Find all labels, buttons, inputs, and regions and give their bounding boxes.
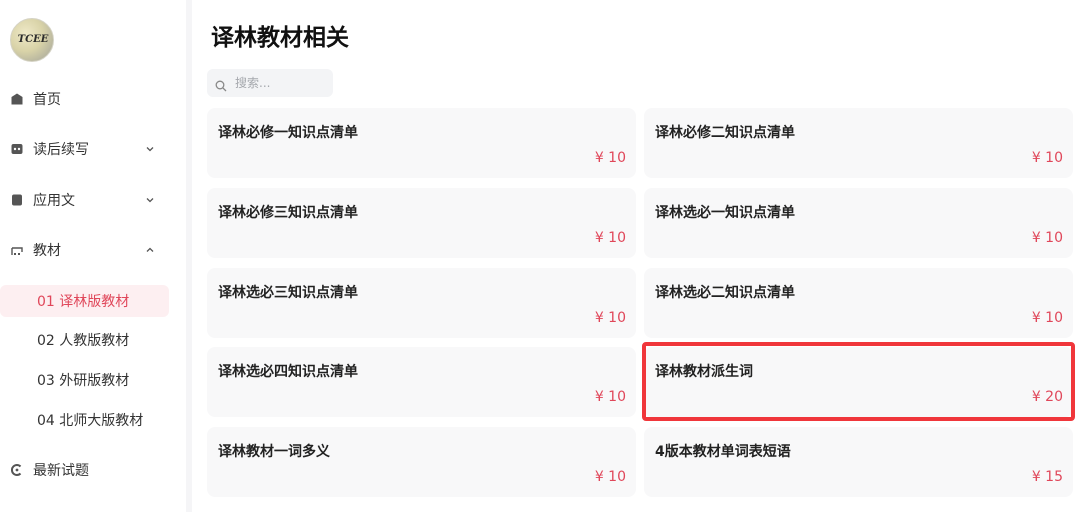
sidebar-subitem-yilin[interactable]: 01 译林版教材 bbox=[0, 285, 169, 317]
product-card[interactable]: 译林选必三知识点清单 ¥ 10 bbox=[207, 268, 636, 338]
sidebar-item-label: 最新试题 bbox=[33, 463, 89, 479]
search-icon bbox=[215, 77, 227, 92]
card-price: ¥ 15 bbox=[1031, 469, 1063, 485]
textbook-icon bbox=[11, 244, 23, 256]
home-icon bbox=[11, 93, 23, 105]
product-card[interactable]: 译林教材派生词 ¥ 20 bbox=[644, 347, 1073, 417]
card-title: 译林教材一词多义 bbox=[218, 444, 330, 460]
logo-text: TCEE bbox=[17, 34, 49, 45]
sidebar-item-label: 读后续写 bbox=[33, 142, 89, 158]
sidebar-subitem-label: 01 译林版教材 bbox=[37, 294, 130, 310]
card-title: 译林选必三知识点清单 bbox=[218, 285, 358, 301]
card-price: ¥ 10 bbox=[594, 469, 626, 485]
card-title: 4版本教材单词表短语 bbox=[655, 444, 791, 460]
sidebar: TCEE 首页 读后续写 应用文 教材 01 译林版教材 02 人教版教材 03… bbox=[0, 0, 186, 512]
card-title: 译林必修三知识点清单 bbox=[218, 205, 358, 221]
card-price: ¥ 10 bbox=[1031, 310, 1063, 326]
sidebar-item-label: 首页 bbox=[33, 92, 61, 108]
product-card[interactable]: 译林选必四知识点清单 ¥ 10 bbox=[207, 347, 636, 417]
card-price: ¥ 20 bbox=[1031, 389, 1063, 405]
sidebar-divider bbox=[186, 0, 192, 512]
product-card[interactable]: 译林选必一知识点清单 ¥ 10 bbox=[644, 188, 1073, 258]
chevron-down-icon[interactable] bbox=[145, 195, 155, 205]
card-title: 译林选必二知识点清单 bbox=[655, 285, 795, 301]
sidebar-item-textbooks[interactable]: 教材 bbox=[0, 233, 170, 267]
product-card[interactable]: 译林必修一知识点清单 ¥ 10 bbox=[207, 108, 636, 178]
sidebar-subitem-waiyan[interactable]: 03 外研版教材 bbox=[0, 364, 169, 396]
card-title: 译林必修二知识点清单 bbox=[655, 125, 795, 141]
card-title: 译林选必四知识点清单 bbox=[218, 364, 358, 380]
card-price: ¥ 10 bbox=[1031, 230, 1063, 246]
sidebar-subitem-renjiao[interactable]: 02 人教版教材 bbox=[0, 324, 169, 356]
card-price: ¥ 10 bbox=[1031, 150, 1063, 166]
sidebar-item-label: 教材 bbox=[33, 243, 61, 259]
chevron-up-icon[interactable] bbox=[145, 245, 155, 255]
sidebar-item-latest-exams[interactable]: 最新试题 bbox=[0, 453, 170, 487]
card-price: ¥ 10 bbox=[594, 389, 626, 405]
product-card[interactable]: 译林必修三知识点清单 ¥ 10 bbox=[207, 188, 636, 258]
card-price: ¥ 10 bbox=[594, 310, 626, 326]
page-title: 译林教材相关 bbox=[211, 25, 349, 51]
sidebar-subitem-label: 03 外研版教材 bbox=[37, 373, 130, 389]
card-title: 译林教材派生词 bbox=[655, 364, 753, 380]
card-title: 译林选必一知识点清单 bbox=[655, 205, 795, 221]
logo[interactable]: TCEE bbox=[10, 18, 54, 62]
sidebar-subitem-label: 04 北师大版教材 bbox=[37, 413, 144, 429]
card-price: ¥ 10 bbox=[594, 230, 626, 246]
document-icon bbox=[11, 194, 23, 206]
search-box[interactable] bbox=[207, 69, 333, 97]
chevron-down-icon[interactable] bbox=[145, 144, 155, 154]
sidebar-item-practical-writing[interactable]: 应用文 bbox=[0, 183, 170, 217]
product-card[interactable]: 译林必修二知识点清单 ¥ 10 bbox=[644, 108, 1073, 178]
sidebar-item-home[interactable]: 首页 bbox=[0, 82, 170, 116]
search-input[interactable] bbox=[235, 74, 329, 92]
sidebar-subitem-label: 02 人教版教材 bbox=[37, 333, 130, 349]
card-title: 译林必修一知识点清单 bbox=[218, 125, 358, 141]
product-card[interactable]: 译林选必二知识点清单 ¥ 10 bbox=[644, 268, 1073, 338]
product-card[interactable]: 4版本教材单词表短语 ¥ 15 bbox=[644, 427, 1073, 497]
reading-icon bbox=[11, 143, 23, 155]
card-price: ¥ 10 bbox=[594, 150, 626, 166]
sidebar-subitem-beishida[interactable]: 04 北师大版教材 bbox=[0, 404, 169, 436]
product-card[interactable]: 译林教材一词多义 ¥ 10 bbox=[207, 427, 636, 497]
sidebar-item-continuation-writing[interactable]: 读后续写 bbox=[0, 132, 170, 166]
sidebar-item-label: 应用文 bbox=[33, 193, 75, 209]
latest-icon bbox=[11, 464, 23, 476]
